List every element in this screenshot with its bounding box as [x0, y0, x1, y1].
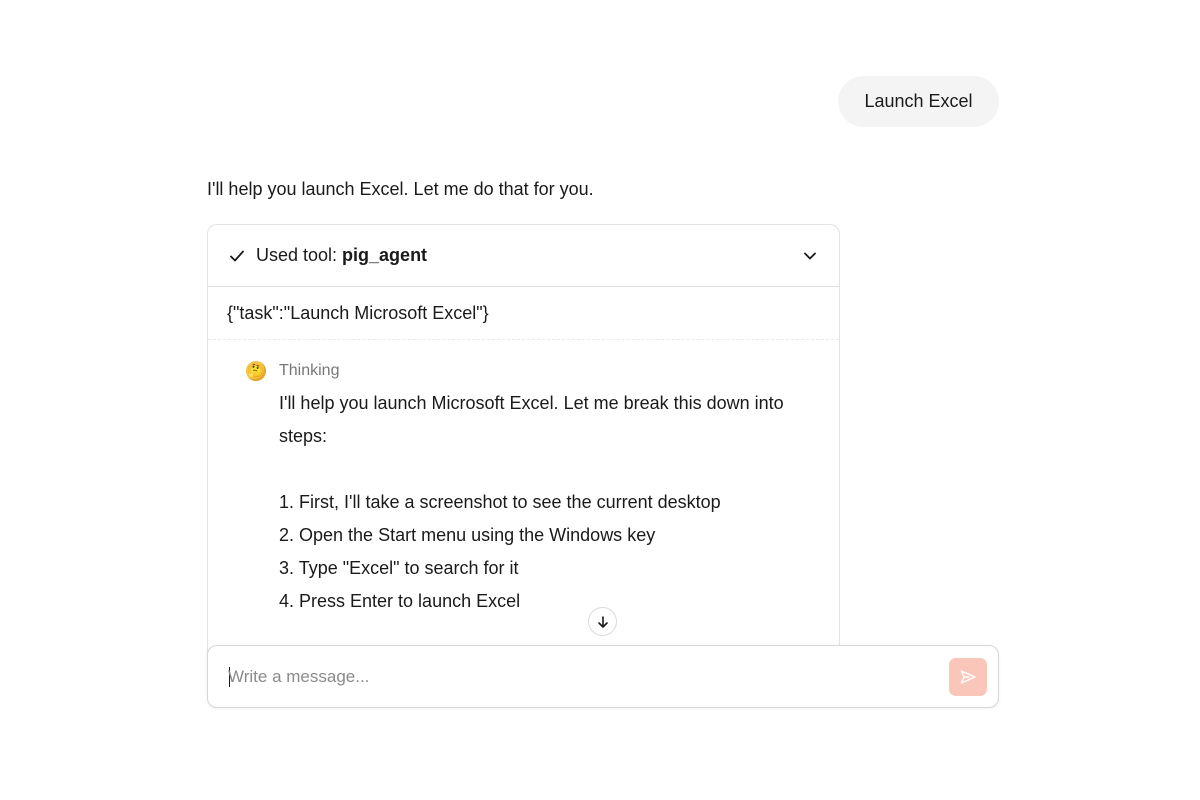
tool-call-card: Used tool: pig_agent {"task":"Launch Mic… — [207, 224, 840, 664]
tool-name: pig_agent — [342, 245, 428, 265]
user-message-bubble: Launch Excel — [838, 76, 999, 127]
message-input[interactable] — [228, 646, 928, 707]
thinking-body: I'll help you launch Microsoft Excel. Le… — [279, 387, 789, 618]
thinking-intro: I'll help you launch Microsoft Excel. Le… — [279, 393, 784, 446]
scroll-to-bottom-button[interactable] — [588, 607, 617, 636]
arrow-down-icon — [596, 615, 610, 629]
thinking-step: 3. Type "Excel" to search for it — [279, 558, 519, 578]
tool-call-header[interactable]: Used tool: pig_agent — [208, 225, 839, 287]
thinking-step: 2. Open the Start menu using the Windows… — [279, 525, 656, 545]
check-icon — [228, 247, 246, 265]
tool-call-arguments: {"task":"Launch Microsoft Excel"} — [208, 287, 839, 340]
assistant-message: I'll help you launch Excel. Let me do th… — [207, 179, 594, 199]
chevron-down-icon[interactable] — [801, 247, 819, 265]
message-composer — [207, 645, 999, 708]
send-button[interactable] — [949, 658, 987, 696]
thinking-label: Thinking — [279, 362, 340, 379]
chat-page: Launch Excel I'll help you launch Excel.… — [0, 0, 1200, 800]
thinking-step: 1. First, I'll take a screenshot to see … — [279, 492, 721, 512]
thinking-face-icon: 🤔 — [246, 361, 266, 381]
send-icon — [959, 668, 977, 686]
tool-call-prefix: Used tool: — [256, 245, 338, 265]
thinking-step: 4. Press Enter to launch Excel — [279, 591, 521, 611]
thinking-section: 🤔 Thinking I'll help you launch Microsof… — [208, 340, 839, 618]
